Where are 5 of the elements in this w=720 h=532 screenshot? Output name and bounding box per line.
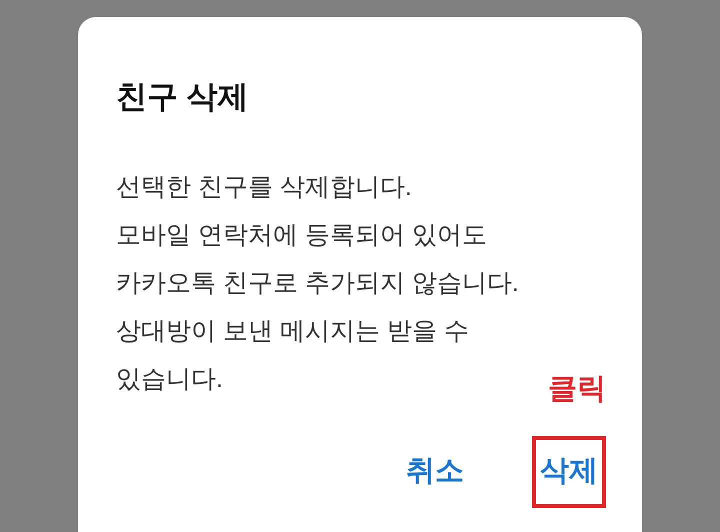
dialog-title: 친구 삭제 <box>116 78 250 116</box>
dialog-button[interactable]: 삭제 <box>532 436 606 508</box>
dialog-button[interactable]: 취소 <box>398 436 472 508</box>
dialog-message: 선택한 친구를 삭제합니다. 모바일 연락처에 등록되어 있어도 카카오톡 친구로 추가되지 않습니다. 상대방이 보낸 메시지는 받을 수 있습니다. <box>116 172 519 395</box>
annotation-label: 클릭 <box>548 372 606 406</box>
